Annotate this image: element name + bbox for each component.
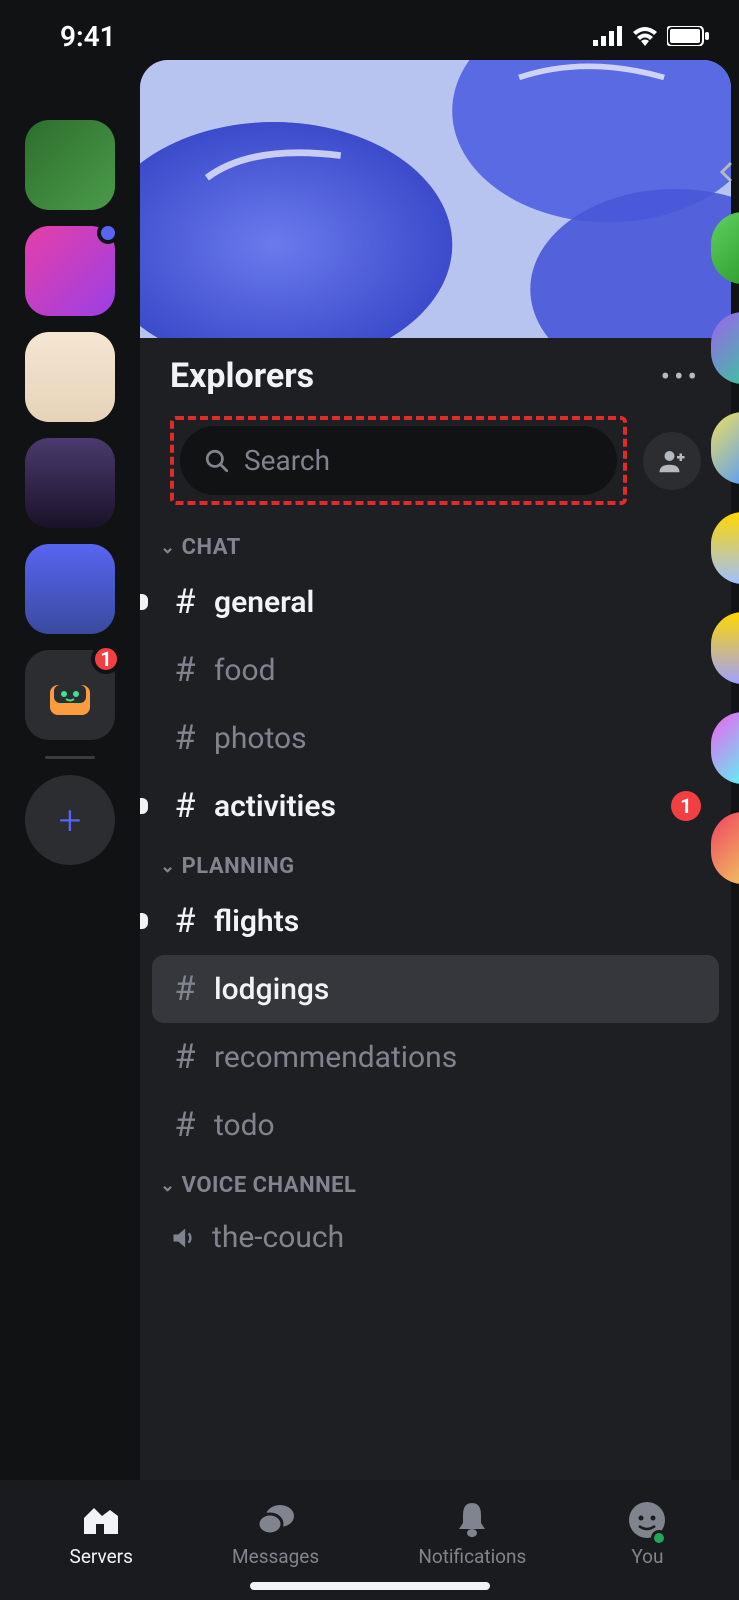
category-chat[interactable]: ⌄ CHAT — [152, 521, 719, 568]
channel-label: food — [214, 653, 701, 688]
server-badge: 1 — [91, 644, 121, 674]
server-header: Explorers ••• — [140, 338, 731, 406]
channel-photos[interactable]: # photos — [152, 704, 719, 772]
server-icon-4[interactable] — [25, 438, 115, 528]
unread-indicator — [140, 594, 148, 610]
speaker-icon — [170, 1224, 198, 1252]
server-icon-3[interactable] — [25, 332, 115, 422]
category-voice[interactable]: ⌄ VOICE CHANNEL — [152, 1159, 719, 1206]
bell-icon — [455, 1501, 489, 1539]
channel-general[interactable]: # general — [152, 568, 719, 636]
hash-icon: # — [170, 901, 200, 941]
server-more-button[interactable]: ••• — [661, 360, 701, 393]
nav-label: Messages — [232, 1545, 319, 1568]
battery-icon — [667, 26, 709, 46]
chevron-down-icon: ⌄ — [160, 537, 176, 558]
member-peek-5[interactable] — [711, 612, 739, 684]
online-status-dot — [651, 1530, 667, 1546]
search-highlight-annotation: Search — [170, 416, 627, 505]
add-user-icon — [657, 446, 687, 476]
channel-lodgings[interactable]: # lodgings — [152, 955, 719, 1023]
search-placeholder: Search — [244, 444, 330, 477]
hash-icon: # — [170, 786, 200, 826]
server-divider — [45, 756, 95, 759]
server-icon-1[interactable] — [25, 120, 115, 210]
add-server-button[interactable]: + — [25, 775, 115, 865]
wifi-icon — [631, 26, 659, 46]
unread-indicator — [140, 798, 148, 814]
server-rail: 1 + — [0, 60, 140, 1480]
back-icon[interactable] — [715, 160, 739, 184]
bottom-nav: Servers Messages Notifications You — [0, 1480, 739, 1600]
home-indicator[interactable] — [250, 1582, 490, 1590]
channel-label: the-couch — [212, 1220, 701, 1255]
hash-icon: # — [170, 1105, 200, 1145]
nav-notifications[interactable]: Notifications — [418, 1501, 526, 1568]
server-icon-5[interactable] — [25, 544, 115, 634]
server-icon-6[interactable]: 1 — [25, 650, 115, 740]
member-peek-2[interactable] — [711, 312, 739, 384]
server-notification-dot — [97, 222, 119, 244]
server-icon-2[interactable] — [25, 226, 115, 316]
member-peek-rail — [711, 60, 739, 884]
unread-indicator — [140, 913, 148, 929]
servers-icon — [80, 1502, 122, 1538]
channel-label: general — [214, 585, 701, 620]
channel-label: todo — [214, 1108, 701, 1143]
channel-list[interactable]: ⌄ CHAT # general # food # photos # activ… — [140, 521, 731, 1480]
nav-you[interactable]: You — [625, 1501, 669, 1568]
chevron-down-icon: ⌄ — [160, 1175, 176, 1196]
category-label: CHAT — [182, 535, 241, 560]
hash-icon: # — [170, 582, 200, 622]
nav-label: Servers — [70, 1545, 133, 1568]
status-icons — [593, 26, 709, 46]
channel-food[interactable]: # food — [152, 636, 719, 704]
server-name[interactable]: Explorers — [170, 356, 314, 396]
nav-label: Notifications — [418, 1545, 526, 1568]
channel-todo[interactable]: # todo — [152, 1091, 719, 1159]
channel-label: flights — [214, 904, 701, 939]
channel-flights[interactable]: # flights — [152, 887, 719, 955]
channel-the-couch[interactable]: the-couch — [152, 1206, 719, 1269]
nav-messages[interactable]: Messages — [232, 1501, 319, 1568]
nav-label: You — [631, 1545, 663, 1568]
mention-badge: 1 — [671, 791, 701, 821]
invite-button[interactable] — [643, 432, 701, 490]
channel-panel: Explorers ••• Search ⌄ CHAT # gener — [140, 60, 731, 1480]
member-peek-6[interactable] — [711, 712, 739, 784]
plus-icon: + — [59, 797, 82, 844]
status-bar: 9:41 — [0, 0, 739, 60]
nav-servers[interactable]: Servers — [70, 1501, 133, 1568]
hash-icon: # — [170, 650, 200, 690]
category-label: PLANNING — [182, 854, 295, 879]
member-peek-1[interactable] — [711, 212, 739, 284]
category-label: VOICE CHANNEL — [182, 1173, 357, 1198]
member-peek-3[interactable] — [711, 412, 739, 484]
search-input[interactable]: Search — [180, 426, 617, 495]
hash-icon: # — [170, 969, 200, 1009]
hash-icon: # — [170, 1037, 200, 1077]
channel-label: recommendations — [214, 1040, 701, 1075]
channel-activities[interactable]: # activities 1 — [152, 772, 719, 840]
cellular-icon — [593, 26, 623, 46]
channel-label: activities — [214, 789, 657, 824]
messages-icon — [256, 1502, 296, 1538]
status-time: 9:41 — [60, 20, 116, 53]
chevron-down-icon: ⌄ — [160, 856, 176, 877]
member-peek-4[interactable] — [711, 512, 739, 584]
search-icon — [204, 448, 230, 474]
hash-icon: # — [170, 718, 200, 758]
channel-recommendations[interactable]: # recommendations — [152, 1023, 719, 1091]
member-peek-7[interactable] — [711, 812, 739, 884]
channel-label: lodgings — [214, 972, 701, 1007]
category-planning[interactable]: ⌄ PLANNING — [152, 840, 719, 887]
server-banner[interactable] — [140, 60, 731, 338]
channel-label: photos — [214, 721, 701, 756]
